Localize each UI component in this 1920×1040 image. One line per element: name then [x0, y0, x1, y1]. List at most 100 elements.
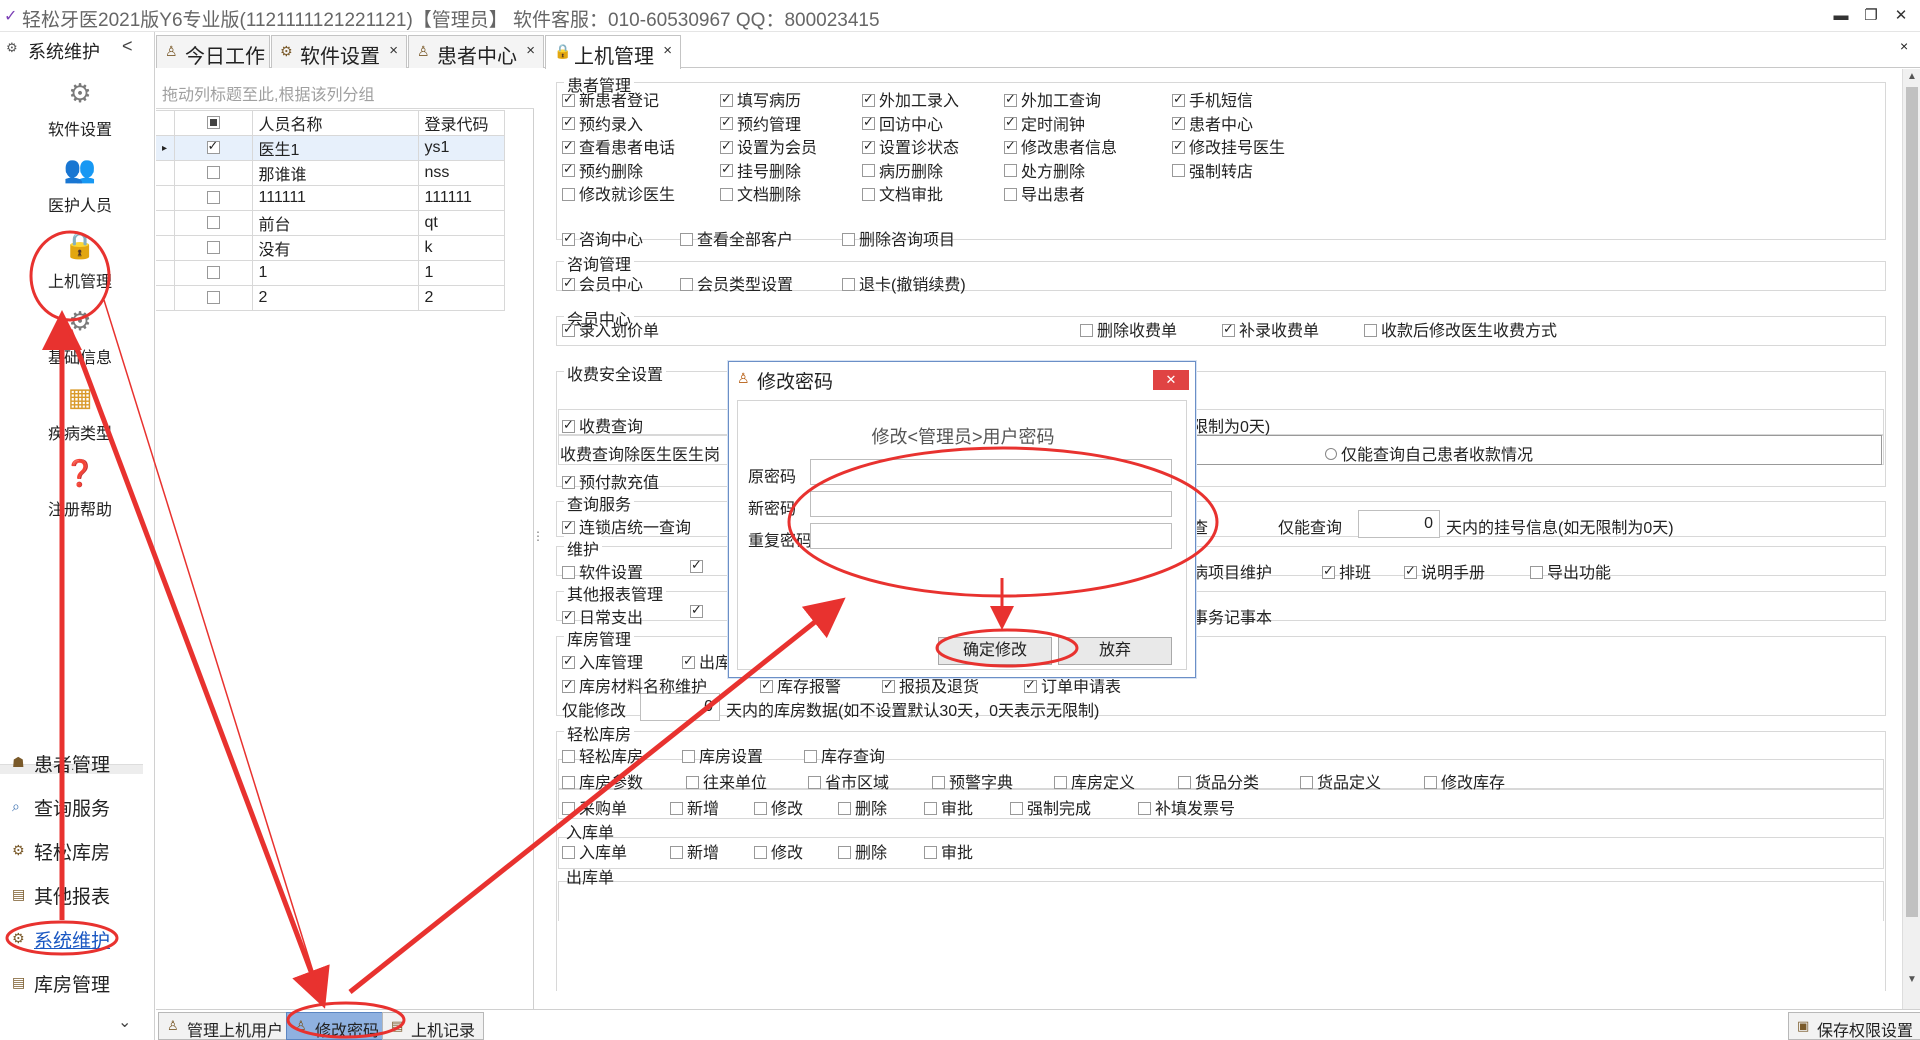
checkbox-box[interactable] — [754, 845, 767, 859]
permission-checkbox[interactable]: 删除收费单 — [1080, 317, 1177, 341]
permission-checkbox[interactable]: 库房参数 — [562, 769, 643, 793]
permission-checkbox[interactable]: 库房定义 — [1054, 769, 1135, 793]
dialog-close-button[interactable]: ✕ — [1153, 370, 1189, 390]
tool-disease-types[interactable]: ▦ 疾病类型 — [10, 374, 150, 450]
nav-storage-management[interactable]: ▤ 库房管理 — [8, 968, 148, 998]
permission-checkbox[interactable]: 强制完成 — [1010, 795, 1091, 819]
permission-checkbox[interactable]: 修改库存 — [1424, 769, 1505, 793]
checkbox-software-settings[interactable]: 软件设置 — [562, 559, 643, 583]
checkbox-box[interactable] — [932, 775, 945, 789]
checkbox-box[interactable] — [862, 114, 875, 131]
checkbox-box[interactable] — [562, 161, 575, 178]
checkbox-box[interactable] — [1364, 323, 1377, 337]
nav-patient-management[interactable]: ☗ 患者管理 — [8, 748, 148, 778]
checkbox-box[interactable] — [1172, 138, 1185, 154]
permission-checkbox[interactable]: 外加工查询 — [1004, 87, 1101, 111]
scroll-down-icon[interactable]: ▼ — [1907, 974, 1917, 985]
permission-checkbox[interactable]: 预约管理 — [720, 111, 801, 135]
nav-query-service[interactable]: ⌕ 查询服务 — [8, 792, 148, 822]
checkbox-chain-query[interactable]: 连锁店统一查询 — [562, 514, 691, 538]
collapse-sidebar-button[interactable]: < — [122, 36, 133, 57]
checkbox-box[interactable] — [562, 801, 575, 815]
checkbox-box[interactable] — [1004, 164, 1017, 178]
checkbox-box[interactable] — [686, 775, 699, 789]
permission-checkbox[interactable]: 设置为会员 — [720, 134, 817, 158]
permission-checkbox[interactable]: 录入划价单 — [562, 317, 659, 341]
tool-basic-info[interactable]: ⚙ 基础信息 — [10, 298, 150, 374]
row-checkbox[interactable] — [173, 260, 253, 286]
checkbox-box[interactable] — [670, 801, 683, 815]
permission-checkbox[interactable]: 货品定义 — [1300, 769, 1381, 793]
close-tab-icon[interactable]: × — [526, 42, 535, 59]
permission-checkbox[interactable]: 预约删除 — [562, 158, 643, 182]
permission-checkbox[interactable]: 预警字典 — [932, 769, 1013, 793]
permission-checkbox[interactable]: 修改 — [754, 795, 803, 819]
column-header-code[interactable]: 登录代码 — [417, 110, 505, 136]
checkbox-box[interactable] — [680, 277, 693, 291]
permission-checkbox[interactable]: 货品分类 — [1178, 769, 1259, 793]
column-header-name[interactable]: 人员名称 — [251, 110, 419, 136]
permission-checkbox[interactable]: 修改挂号医生 — [1172, 134, 1285, 158]
row-checkbox[interactable] — [173, 285, 253, 311]
permission-checkbox[interactable]: 收款后修改医生收费方式 — [1364, 317, 1557, 341]
tool-register-help[interactable]: ❓ 注册帮助 — [10, 450, 150, 526]
permission-checkbox[interactable]: 补填发票号 — [1138, 795, 1235, 819]
checkbox-box[interactable] — [562, 187, 575, 201]
tool-staff[interactable]: 👥 医护人员 — [10, 146, 150, 222]
login-code-cell[interactable]: ys1 — [417, 135, 505, 161]
change-password-button[interactable]: ♙ 修改密码 — [286, 1012, 389, 1040]
permission-checkbox[interactable]: 导出患者 — [1004, 181, 1085, 205]
checkbox-export[interactable]: 导出功能 — [1530, 559, 1611, 583]
checkbox-box[interactable] — [670, 845, 683, 859]
checkbox-box[interactable] — [1300, 775, 1313, 789]
permission-checkbox[interactable]: 入库管理 — [562, 649, 643, 673]
storage-days-input[interactable]: 0 — [640, 693, 720, 721]
more-nav-button[interactable]: ⌄ — [118, 1012, 131, 1032]
tab-patient-center[interactable]: ♙ 患者中心 × — [408, 35, 544, 68]
login-code-cell[interactable]: 2 — [417, 285, 505, 311]
checkbox-box[interactable] — [720, 114, 733, 131]
query-days-input[interactable]: 0 — [1358, 510, 1440, 538]
save-permissions-button[interactable]: ▣ 保存权限设置 — [1788, 1012, 1920, 1040]
checkbox-manual[interactable]: 说明手册 — [1404, 559, 1485, 583]
checkbox-box[interactable] — [1080, 323, 1093, 337]
permission-checkbox[interactable]: 挂号删除 — [720, 158, 801, 182]
permission-checkbox[interactable]: 库房材料名称维护 — [562, 673, 707, 697]
radio-own-patients-only[interactable]: 仅能查询自己患者收款情况 — [1325, 441, 1533, 465]
minimize-button[interactable]: ▬ — [1828, 4, 1854, 28]
permission-checkbox[interactable]: 修改患者信息 — [1004, 134, 1117, 158]
permission-checkbox[interactable]: 设置诊状态 — [862, 134, 959, 158]
checkbox-box[interactable] — [838, 845, 851, 859]
row-checkbox[interactable] — [173, 210, 253, 236]
login-code-cell[interactable]: k — [417, 235, 505, 261]
scroll-up-icon[interactable]: ▲ — [1907, 71, 1917, 82]
checkbox-box[interactable] — [838, 801, 851, 815]
row-checkbox[interactable] — [173, 135, 253, 161]
manage-users-button[interactable]: ♙ 管理上机用户 — [158, 1012, 293, 1040]
checkbox-partial[interactable] — [690, 557, 707, 577]
user-name-cell[interactable]: 没有 — [251, 235, 419, 261]
checkbox-box[interactable] — [1054, 775, 1067, 789]
row-checkbox[interactable] — [173, 160, 253, 186]
nav-other-reports[interactable]: ▤ 其他报表 — [8, 880, 148, 910]
permission-checkbox[interactable]: 患者中心 — [1172, 111, 1253, 135]
permission-checkbox[interactable]: 入库单 — [562, 839, 627, 863]
checkbox-box[interactable] — [562, 775, 575, 789]
table-row[interactable]: 111111 111111 — [156, 185, 505, 211]
permission-checkbox[interactable]: 修改就诊医生 — [562, 181, 675, 205]
checkbox-box[interactable] — [804, 749, 817, 763]
permission-checkbox[interactable]: 文档审批 — [862, 181, 943, 205]
tab-software-settings[interactable]: ⚙ 软件设置 × — [271, 35, 407, 68]
checkbox-box[interactable] — [1172, 91, 1185, 107]
permission-checkbox[interactable]: 补录收费单 — [1222, 317, 1319, 341]
close-tab-icon[interactable]: × — [389, 42, 398, 59]
table-row[interactable]: ▸ 医生1 ys1 — [156, 135, 505, 161]
permission-checkbox[interactable]: 删除咨询项目 — [842, 226, 955, 250]
checkbox-schedule[interactable]: 排班 — [1322, 559, 1371, 583]
permission-checkbox[interactable]: 查看患者电话 — [562, 134, 675, 158]
checkbox-box[interactable] — [1010, 801, 1023, 815]
close-all-tabs-button[interactable]: × — [1900, 38, 1908, 54]
permission-checkbox[interactable]: 退卡(撤销续费) — [842, 271, 966, 295]
checkbox-box[interactable] — [1024, 677, 1037, 693]
checkbox-box[interactable] — [754, 801, 767, 815]
